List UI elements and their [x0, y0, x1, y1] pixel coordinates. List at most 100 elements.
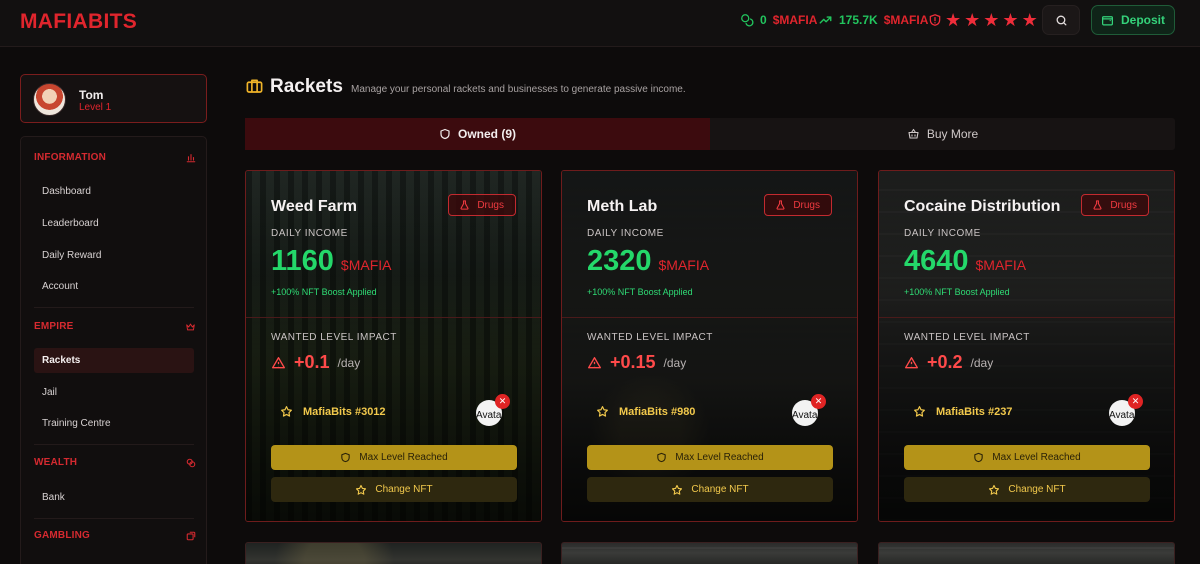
sidebar-item-daily-reward[interactable]: Daily Reward [34, 243, 194, 268]
card-divider [562, 317, 857, 318]
section-wealth[interactable]: WEALTH [34, 457, 196, 468]
star-icon: ★ [1002, 10, 1019, 30]
star-icon: ★ [983, 10, 1000, 30]
trend-currency: $MAFIA [883, 13, 929, 27]
user-profile-card[interactable]: Tom Level 1 [20, 74, 207, 123]
wanted-stars: ★ ★ ★ ★ ★ [928, 11, 1038, 29]
card-title: Weed Farm [271, 198, 357, 215]
star-icon: ★ [964, 10, 981, 30]
card-divider [879, 317, 1174, 318]
section-empire[interactable]: EMPIRE [34, 321, 196, 332]
star-outline-icon [281, 406, 292, 417]
section-information[interactable]: INFORMATION [34, 152, 196, 163]
deposit-label: Deposit [1120, 13, 1165, 27]
nft-name: MafiaBits #980 [619, 405, 696, 418]
change-nft-button[interactable]: Change NFT [904, 477, 1150, 502]
balance-currency: $MAFIA [772, 13, 818, 27]
nft-slot: MafiaBits #237 [913, 405, 1012, 418]
tab-owned[interactable]: Owned (9) [245, 118, 710, 150]
tab-buy-more[interactable]: Buy More [710, 118, 1175, 150]
section-wealth-title: WEALTH [34, 457, 78, 468]
sidebar-item-training-centre[interactable]: Training Centre [34, 411, 194, 436]
sidebar-item-dashboard[interactable]: Dashboard [34, 179, 194, 204]
sidebar-item-account[interactable]: Account [34, 274, 194, 299]
racket-card-partial [561, 542, 858, 564]
shield-icon [440, 128, 450, 140]
app-logo[interactable]: MAFIABITS [20, 10, 137, 34]
close-icon: ✕ [814, 396, 823, 406]
nft-boost-text: +100% NFT Boost Applied [587, 287, 693, 297]
max-level-button[interactable]: Max Level Reached [904, 445, 1150, 470]
change-nft-button[interactable]: Change NFT [271, 477, 517, 502]
income-currency: $MAFIA [975, 257, 1027, 273]
section-empire-title: EMPIRE [34, 321, 74, 332]
wanted-level-label: WANTED LEVEL IMPACT [904, 332, 1030, 343]
card-divider [246, 317, 541, 318]
income-currency: $MAFIA [658, 257, 710, 273]
daily-income: 1160 $MAFIA [271, 245, 392, 278]
top-bar: MAFIABITS 0 $MAFIA 175.7K $MAFIA ★ ★ ★ ★… [0, 0, 1200, 47]
daily-income-label: DAILY INCOME [271, 228, 348, 239]
shield-icon [657, 452, 667, 463]
sidebar-item-rackets[interactable]: Rackets [34, 348, 194, 373]
search-icon [1056, 15, 1066, 25]
card-title: Meth Lab [587, 198, 658, 215]
wanted-level-label: WANTED LEVEL IMPACT [271, 332, 397, 343]
wanted-level-impact: +0.2 /day [904, 352, 993, 373]
section-gambling[interactable]: GAMBLING [34, 530, 196, 541]
racket-card-weed-farm: Weed Farm Drugs DAILY INCOME 1160 $MAFIA… [245, 170, 542, 522]
category-badge: Drugs [448, 194, 516, 216]
daily-income: 2320 $MAFIA [587, 245, 709, 278]
close-icon: ✕ [1131, 396, 1140, 406]
income-currency: $MAFIA [340, 257, 392, 273]
category-badge: Drugs [1081, 194, 1149, 216]
star-outline-icon [914, 406, 925, 417]
section-divider [34, 518, 194, 519]
racket-card-cocaine-distribution: Cocaine Distribution Drugs DAILY INCOME … [878, 170, 1175, 522]
section-divider [34, 444, 194, 445]
sidebar-item-jail[interactable]: Jail [34, 380, 194, 405]
nft-name: MafiaBits #237 [936, 405, 1013, 418]
sidebar-item-leaderboard[interactable]: Leaderboard [34, 211, 194, 236]
daily-income-label: DAILY INCOME [587, 228, 664, 239]
deposit-button[interactable]: Deposit [1091, 5, 1175, 35]
flask-icon [1093, 200, 1102, 210]
card-title: Cocaine Distribution [904, 198, 1061, 215]
tab-buy-more-label: Buy More [926, 127, 979, 141]
change-nft-button[interactable]: Change NFT [587, 477, 833, 502]
category-badge: Drugs [764, 194, 832, 216]
nft-slot: MafiaBits #3012 [280, 405, 386, 418]
star-outline-icon [672, 484, 683, 495]
trending-up-icon [819, 16, 832, 24]
remove-nft-button[interactable]: ✕ [495, 394, 510, 409]
max-level-label: Max Level Reached [675, 452, 764, 463]
star-outline-icon [989, 484, 1000, 495]
coins-icon [741, 14, 754, 27]
star-outline-icon [356, 484, 367, 495]
warning-icon [271, 356, 286, 368]
remove-nft-button[interactable]: ✕ [1128, 394, 1143, 409]
max-level-button[interactable]: Max Level Reached [271, 445, 517, 470]
nft-name: MafiaBits #3012 [303, 405, 386, 418]
shield-alert-icon [929, 14, 941, 26]
sidebar-item-bank[interactable]: Bank [34, 485, 194, 510]
wanted-value: +0.1 [294, 352, 330, 372]
income-value: 1160 [271, 245, 334, 277]
wanted-value: +0.15 [610, 352, 656, 372]
max-level-button[interactable]: Max Level Reached [587, 445, 833, 470]
user-level: Level 1 [79, 102, 112, 113]
nft-boost-text: +100% NFT Boost Applied [904, 287, 1010, 297]
briefcase-icon [246, 79, 263, 93]
warning-icon [904, 356, 919, 368]
wanted-level-impact: +0.15 /day [587, 352, 686, 373]
search-button[interactable] [1042, 5, 1080, 35]
coins-icon [186, 458, 196, 467]
dice-icon [186, 531, 196, 540]
remove-nft-button[interactable]: ✕ [811, 394, 826, 409]
user-name: Tom [79, 88, 104, 102]
trend-stat: 175.7K $MAFIA [818, 13, 928, 27]
category-label: Drugs [477, 199, 504, 211]
wanted-unit: /day [337, 355, 361, 370]
warning-icon [587, 356, 602, 368]
change-nft-label: Change NFT [1008, 484, 1066, 495]
